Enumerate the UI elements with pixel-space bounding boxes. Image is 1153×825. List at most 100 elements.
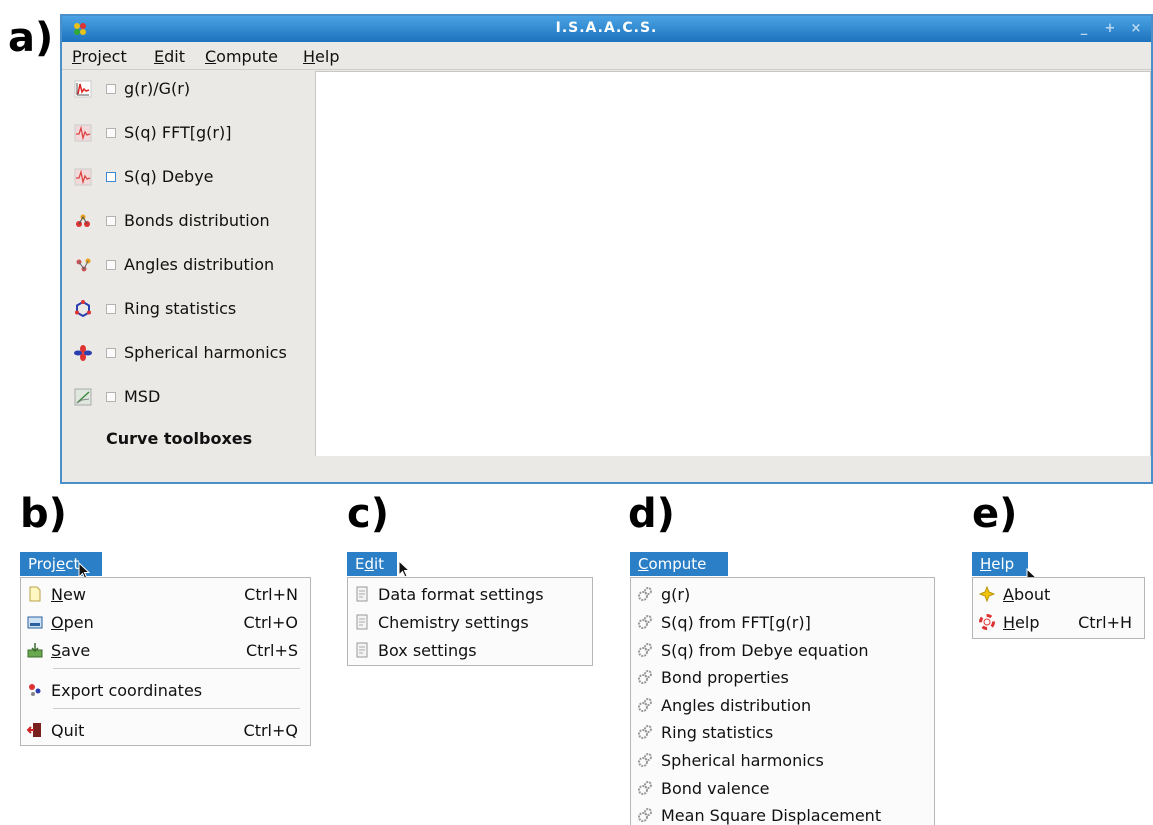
title-bar[interactable]: I.S.A.A.C.S. _ + × [62,16,1151,42]
menu-item-compute-bond-properties[interactable]: Bond properties [631,664,934,690]
menu-item-label: Box settings [378,641,477,660]
compute-menu: g(r) S(q) from FFT[g(r)] S(q) from Debye… [630,577,935,825]
sidebar-item-sq-fft[interactable]: S(q) FFT[g(r)] [62,121,315,145]
menu-item-compute-angles[interactable]: Angles distribution [631,692,934,718]
menu-item-save[interactable]: Save Ctrl+S [21,637,310,663]
compute-gears-icon [638,615,652,629]
sidebar-checkbox[interactable] [106,84,116,94]
panel-label-c: c) [347,491,389,537]
msd-icon [74,388,92,406]
menu-help-label: elp [315,47,340,66]
angles-icon [76,258,91,272]
menu-item-chemistry-settings[interactable]: Chemistry settings [348,609,592,635]
menu-help-mnemonic: H [303,47,316,66]
document-settings-icon [356,642,368,658]
menu-project-mnemonic: P [72,47,82,66]
app-window: I.S.A.A.C.S. _ + × Project Edit Compute … [60,14,1153,484]
menu-item-compute-gr[interactable]: g(r) [631,581,934,607]
menu-edit[interactable]: Edit [154,47,185,66]
menu-item-compute-rings[interactable]: Ring statistics [631,719,934,745]
compute-gears-icon [638,587,652,601]
export-icon [29,684,41,696]
menu-item-about[interactable]: About [973,581,1144,607]
menu-item-label: Spherical harmonics [661,751,824,770]
menu-item-label: S(q) from FFT[g(r)] [661,613,811,632]
menu-item-compute-bond-valence[interactable]: Bond valence [631,775,934,801]
sidebar-checkbox[interactable] [106,392,116,402]
sidebar-item-harmonics[interactable]: Spherical harmonics [62,341,315,365]
menu-item-new[interactable]: New Ctrl+N [21,581,310,607]
help-menu-header[interactable]: Help [972,552,1028,576]
menu-edit-mnemonic: E [154,47,165,66]
menu-item-compute-sq-debye[interactable]: S(q) from Debye equation [631,637,934,663]
menu-item-box-settings[interactable]: Box settings [348,637,592,663]
menu-item-help[interactable]: Help Ctrl+H [973,609,1144,635]
menu-help[interactable]: Help [303,47,339,66]
sidebar-checkbox[interactable] [106,128,116,138]
maximize-button[interactable]: + [1101,20,1119,38]
menu-item-open[interactable]: Open Ctrl+O [21,609,310,635]
menu-item-quit[interactable]: Quit Ctrl+Q [21,717,310,743]
compute-menu-header[interactable]: Compute [630,552,728,576]
menu-compute[interactable]: Compute [205,47,278,66]
open-icon [27,616,43,629]
sidebar-item-msd[interactable]: MSD [62,385,315,409]
menu-project-label: roject [81,47,127,66]
mnemonic: A [1003,585,1014,604]
label-rest: elp [1015,613,1040,632]
menu-item-label: Bond properties [661,668,789,687]
menu-project[interactable]: Project [72,47,127,66]
new-file-icon [29,586,41,602]
sidebar-checkbox[interactable] [106,172,116,182]
save-icon [27,643,43,658]
menu-separator [53,668,300,669]
menu-item-compute-sq-fft[interactable]: S(q) from FFT[g(r)] [631,609,934,635]
menu-bar: Project Edit Compute Help [62,42,1151,70]
shortcut: Ctrl+N [244,585,298,604]
curve-toolboxes-title: Curve toolboxes [106,429,253,448]
sidebar-checkbox[interactable] [106,348,116,358]
menu-edit-label: dit [164,47,185,66]
close-button[interactable]: × [1127,20,1145,38]
sidebar-item-label: g(r)/G(r) [124,79,191,98]
menu-item-label: Save [51,641,90,660]
menu-title-mnemonic: C [638,555,649,573]
document-settings-icon [356,586,368,602]
label-rest: ave [61,641,91,660]
menu-item-compute-harmonics[interactable]: Spherical harmonics [631,747,934,773]
edit-menu: Data format settings Chemistry settings … [347,577,593,666]
sidebar-item-label: Angles distribution [124,255,275,274]
sidebar-item-gr[interactable]: g(r)/G(r) [62,77,315,101]
sidebar-item-bonds[interactable]: Bonds distribution [62,209,315,233]
menu-item-data-format-settings[interactable]: Data format settings [348,581,592,607]
sidebar-checkbox[interactable] [106,260,116,270]
shortcut: Ctrl+O [243,613,298,632]
project-menu: New Ctrl+N Open Ctrl+O Save Ctrl+S Expor… [20,577,311,746]
menu-item-label: Quit [51,721,84,740]
compute-gears-icon [638,808,652,822]
label-rest: bout [1013,585,1051,604]
menu-item-label: Open [51,613,94,632]
sidebar-item-label: Spherical harmonics [124,343,287,362]
sidebar-checkbox[interactable] [106,304,116,314]
plot-pink-icon [74,124,92,142]
sidebar-checkbox[interactable] [106,216,116,226]
shortcut: Ctrl+S [245,641,298,660]
edit-menu-header[interactable]: Edit [347,552,397,576]
sidebar-item-angles[interactable]: Angles distribution [62,253,315,277]
menu-item-compute-msd[interactable]: Mean Square Displacement [631,802,934,825]
sidebar-item-sq-debye[interactable]: S(q) Debye [62,165,315,189]
minimize-button[interactable]: _ [1075,20,1093,38]
compute-gears-icon [638,698,652,712]
menu-title-part: elp [991,555,1015,573]
sidebar-item-label: Bonds distribution [124,211,270,230]
menu-item-export-coordinates[interactable]: Export coordinates [21,677,310,703]
sidebar-item-label: Ring statistics [124,299,237,318]
menu-separator [53,708,300,709]
workspace-area[interactable] [315,71,1151,458]
menu-title-mnemonic: d [364,555,375,573]
sidebar-item-rings[interactable]: Ring statistics [62,297,315,321]
sidebar-item-label: S(q) Debye [124,167,214,186]
panel-label-d: d) [628,491,675,537]
menu-item-label: New [51,585,86,604]
